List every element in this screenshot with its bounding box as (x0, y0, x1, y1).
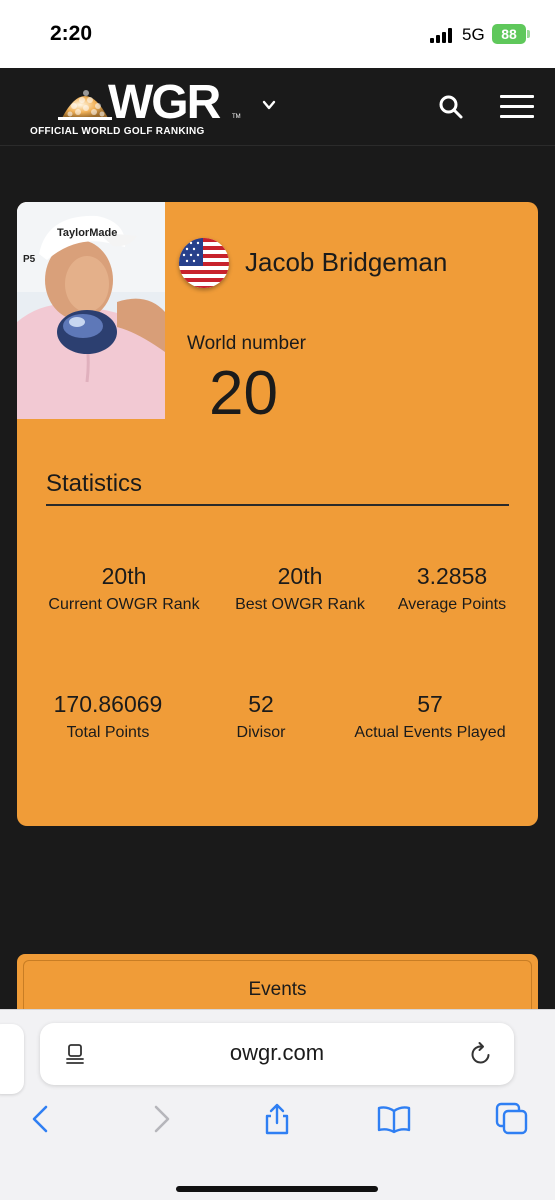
stat-value: 20th (101, 563, 147, 589)
browser-toolbar: owgr.com (0, 1009, 555, 1200)
stat-events-played: 57 Actual Events Played (330, 690, 530, 744)
battery-icon: 88 (492, 24, 526, 44)
player-card: TaylorMade P5 Jacob Bridgeman World numb… (17, 202, 538, 826)
url-text: owgr.com (229, 1040, 325, 1065)
bookmarks-icon[interactable] (377, 1102, 411, 1136)
address-bar[interactable]: owgr.com (40, 1023, 514, 1085)
previous-tab-preview[interactable] (0, 1024, 24, 1094)
network-label: 5G (462, 25, 485, 44)
back-icon[interactable] (24, 1102, 58, 1136)
golf-ball-logo-icon (58, 90, 112, 120)
forward-icon[interactable] (144, 1102, 178, 1136)
world-number-value: 20 (209, 359, 278, 428)
site-header: WGR TM OFFICIAL WORLD GOLF RANKING (0, 68, 555, 146)
statistics-divider (46, 504, 509, 506)
status-bar: 2:20 5G 88 (0, 0, 555, 68)
events-button-label: Events (248, 979, 307, 1000)
hamburger-menu-icon[interactable] (500, 95, 534, 119)
stat-average-points: 3.2858 Average Points (352, 562, 538, 616)
us-flag-icon (179, 238, 229, 288)
stat-value: 3.2858 (416, 563, 488, 589)
world-number-label: World number (187, 333, 306, 354)
stat-label: Actual Events Played (354, 724, 506, 741)
status-time: 2:20 (50, 22, 93, 45)
svg-text:P5: P5 (23, 254, 36, 265)
logo-trademark: TM (232, 114, 241, 120)
home-indicator (176, 1186, 378, 1192)
player-name: Jacob Bridgeman (245, 247, 448, 277)
statistics-title: Statistics (46, 470, 143, 497)
battery-tip (527, 30, 530, 38)
owgr-logo[interactable]: WGR TM OFFICIAL WORLD GOLF RANKING (30, 76, 241, 138)
chevron-down-icon[interactable] (262, 98, 276, 112)
signal-icon (430, 27, 454, 43)
reload-icon[interactable] (468, 1041, 494, 1067)
logo-subtitle: OFFICIAL WORLD GOLF RANKING (30, 126, 205, 137)
tabs-icon[interactable] (495, 1102, 529, 1136)
stat-label: Current OWGR Rank (48, 596, 200, 613)
logo-wordmark: WGR (108, 76, 221, 129)
player-photo: TaylorMade P5 (17, 202, 165, 419)
stat-current-rank: 20th Current OWGR Rank (24, 562, 224, 616)
search-icon[interactable] (438, 94, 464, 120)
events-section: Events (17, 954, 538, 1020)
stat-value: 57 (417, 691, 443, 717)
stat-label: Average Points (397, 596, 507, 613)
svg-text:TaylorMade: TaylorMade (57, 227, 117, 239)
share-icon[interactable] (260, 1102, 294, 1136)
